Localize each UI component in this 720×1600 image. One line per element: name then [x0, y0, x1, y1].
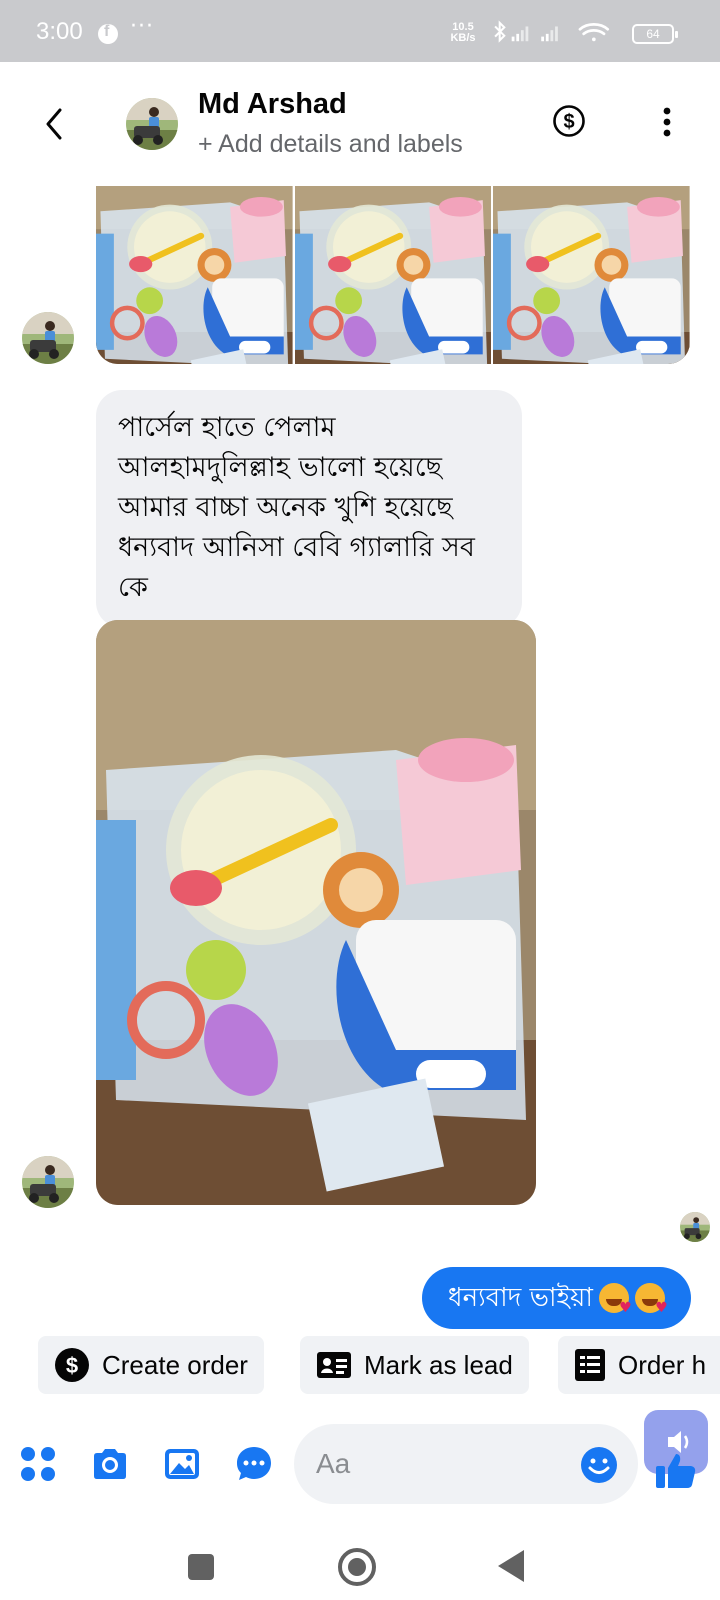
photo-strip[interactable] — [96, 186, 690, 364]
home-icon[interactable] — [338, 1548, 376, 1586]
signal-icon — [511, 26, 529, 42]
signal-icon-2 — [541, 26, 558, 42]
svg-text:$: $ — [563, 111, 574, 133]
id-card-icon — [317, 1352, 351, 1378]
wifi-icon — [578, 23, 610, 42]
create-order-label: Create order — [102, 1349, 248, 1380]
status-icons — [494, 20, 610, 43]
order-history-button[interactable]: Order h — [558, 1336, 720, 1394]
network-speed-unit: KB/s — [450, 32, 476, 44]
contact-avatar[interactable] — [126, 98, 178, 150]
more-vertical-icon[interactable] — [652, 106, 682, 138]
system-navigation-bar — [0, 1520, 720, 1600]
battery-indicator: 64 — [632, 24, 678, 44]
seen-indicator-avatar — [680, 1212, 710, 1242]
status-more: ··· — [130, 14, 154, 39]
outgoing-message-text: ধন্যবাদ ভাইয়া — [448, 1283, 593, 1313]
network-speed: 10.5 KB/s — [448, 22, 478, 44]
sender-avatar[interactable] — [22, 1156, 74, 1208]
status-time: 3:00 — [36, 18, 83, 45]
message-photo[interactable] — [96, 620, 536, 1205]
bluetooth-icon — [494, 20, 506, 43]
mark-as-lead-label: Mark as lead — [364, 1349, 513, 1380]
camera-icon[interactable] — [90, 1444, 130, 1484]
system-back-icon[interactable] — [498, 1550, 524, 1582]
dollar-icon[interactable]: $ — [552, 104, 586, 138]
add-details-link[interactable]: + Add details and labels — [198, 130, 463, 159]
image-icon[interactable] — [162, 1444, 202, 1484]
create-order-button[interactable]: $ Create order — [38, 1336, 264, 1394]
svg-text:$: $ — [66, 1353, 78, 1378]
dollar-circle-icon: $ — [55, 1348, 89, 1382]
outgoing-message[interactable]: ধন্যবাদ ভাইয়া — [422, 1267, 691, 1339]
photo-thumbnail[interactable] — [295, 186, 492, 364]
status-bar: 3:00 ··· 10.5 KB/s 64 — [0, 0, 720, 62]
receipt-icon — [575, 1349, 605, 1381]
sender-avatar[interactable] — [22, 312, 74, 364]
photo-thumbnail[interactable] — [96, 186, 293, 364]
conversation-header: Md Arshad + Add details and labels $ — [0, 62, 720, 184]
like-icon[interactable] — [654, 1450, 698, 1490]
photo-thumbnail[interactable] — [493, 186, 690, 364]
facebook-notification-icon — [98, 23, 118, 44]
recent-apps-icon[interactable] — [188, 1554, 214, 1580]
quick-actions-bar: $ Create order Mark as lead Order h — [0, 1336, 720, 1398]
smiling-face-with-hearts-icon — [598, 1277, 632, 1339]
mark-as-lead-button[interactable]: Mark as lead — [300, 1336, 529, 1394]
order-history-label: Order h — [618, 1349, 707, 1380]
emoji-icon[interactable] — [580, 1446, 618, 1484]
incoming-message[interactable]: পার্সেল হাতে পেলাম আলহামদুলিল্লাহ ভালো হ… — [96, 390, 522, 628]
smiling-face-with-hearts-icon — [634, 1277, 668, 1339]
message-composer — [0, 1410, 720, 1520]
chat-bubble-icon[interactable] — [234, 1444, 274, 1484]
back-icon[interactable] — [40, 106, 70, 142]
contact-name[interactable]: Md Arshad — [198, 88, 347, 121]
apps-icon[interactable] — [18, 1444, 58, 1484]
